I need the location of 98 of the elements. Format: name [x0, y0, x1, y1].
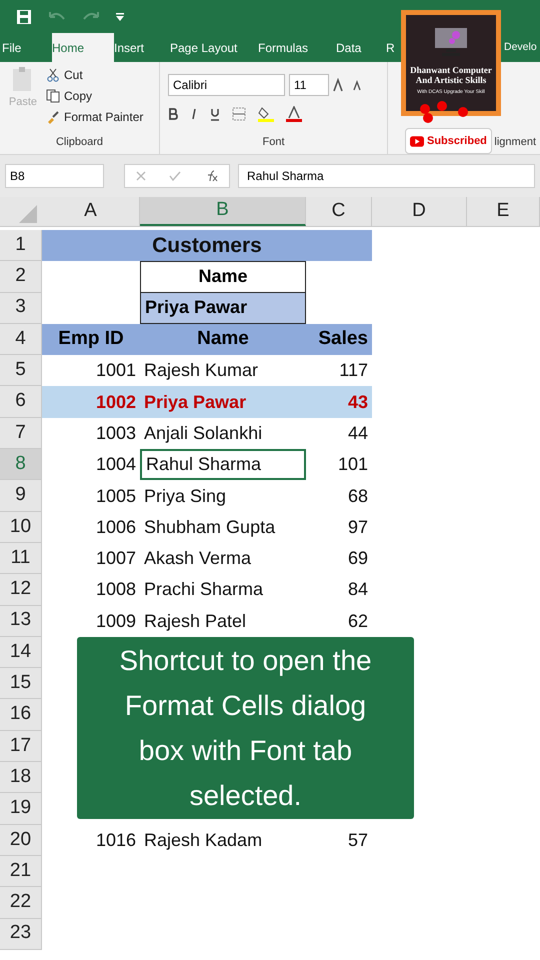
lookup-label-cell: Name — [140, 261, 306, 293]
caption-banner: Shortcut to open the Format Cells dialog box with Font tab selected. — [77, 637, 414, 819]
column-header[interactable]: B — [140, 197, 306, 226]
bold-icon[interactable] — [168, 108, 178, 120]
row-header[interactable]: 6 — [0, 386, 42, 418]
row-header[interactable]: 4 — [0, 324, 42, 356]
table-cell-text: Rajesh Kumar — [143, 359, 260, 382]
row-header[interactable]: 23 — [0, 918, 42, 950]
table-cell-text: Shubham Gupta — [143, 516, 276, 539]
monitor-icon — [434, 27, 468, 57]
row-header[interactable]: 18 — [0, 762, 42, 794]
table-cell-text: Akash Verma — [143, 547, 252, 570]
scissors-icon — [46, 68, 60, 82]
table-cell-text: 84 — [346, 578, 369, 602]
row-header[interactable]: 22 — [0, 887, 42, 919]
table-cell-text: 57 — [346, 828, 369, 852]
table-cell-text: 69 — [346, 547, 369, 570]
lookup-value-cell: Priya Pawar — [140, 292, 306, 324]
channel-name: Dhanwant Computer And Artistic Skills — [409, 65, 493, 85]
ribbon-tab[interactable]: Insert — [114, 33, 170, 62]
ribbon-tab[interactable]: File — [2, 33, 52, 62]
table-cell-text: Prachi Sharma — [143, 578, 264, 602]
row-header[interactable]: 13 — [0, 606, 42, 637]
ribbon-tab[interactable]: R — [386, 33, 398, 62]
row-header[interactable]: 9 — [0, 480, 42, 512]
row-header[interactable]: 15 — [0, 668, 42, 700]
font-name-field[interactable]: Calibri — [168, 74, 285, 96]
group-label: Font — [261, 134, 286, 150]
ribbon-tab[interactable]: Develo — [504, 33, 540, 62]
title-cell: Customers — [42, 230, 372, 262]
italic-icon[interactable] — [190, 108, 198, 120]
row-header[interactable]: 8 — [0, 449, 42, 480]
table-cell-text: 1001 — [94, 359, 137, 382]
subscribed-button[interactable]: Subscribed — [405, 128, 492, 154]
customize-icon[interactable] — [116, 12, 124, 20]
play-icon — [410, 136, 424, 146]
table-cell-text: 97 — [346, 516, 369, 539]
table-cell-text: 1004 — [94, 453, 137, 476]
table-cell-text: Priya Pawar — [143, 390, 248, 414]
copy-icon — [46, 89, 60, 103]
column-heading: Sales — [317, 327, 369, 352]
table-cell-text: 1016 — [94, 828, 137, 852]
table-cell: Rahul Sharma — [140, 449, 306, 480]
row-header[interactable]: 1 — [0, 230, 42, 262]
hearts-icon — [420, 100, 470, 126]
column-header[interactable]: C — [306, 197, 372, 226]
table-cell-text: 1002 — [94, 390, 137, 414]
row-header[interactable]: 11 — [0, 542, 42, 574]
row-header[interactable]: 3 — [0, 292, 42, 324]
table-cell-text: 1005 — [94, 484, 137, 508]
cut-button[interactable]: Cut — [46, 66, 144, 84]
table-cell-text: Rajesh Patel — [143, 610, 248, 633]
row-header[interactable]: 2 — [0, 261, 42, 293]
table-cell-text: 62 — [346, 610, 369, 633]
row-header[interactable]: 5 — [0, 355, 42, 386]
column-heading: Emp ID — [57, 327, 125, 352]
format-painter-button[interactable]: Format Painter — [46, 108, 144, 126]
copy-button[interactable]: Copy — [46, 87, 144, 105]
row-header[interactable]: 12 — [0, 574, 42, 606]
column-heading: Name — [196, 327, 250, 352]
row-header[interactable]: 16 — [0, 699, 42, 731]
table-cell-text: 1008 — [94, 578, 137, 602]
table-cell-text: 1006 — [94, 516, 137, 539]
table-cell-text: 1007 — [94, 547, 137, 570]
row-header[interactable]: 7 — [0, 418, 42, 450]
table-cell-text: 1009 — [94, 610, 137, 633]
ribbon-tab[interactable]: Home — [52, 33, 114, 62]
name-box[interactable]: B8 — [5, 164, 104, 188]
row-header[interactable]: 21 — [0, 856, 42, 888]
ribbon-tab[interactable]: Data — [336, 33, 386, 62]
row-header[interactable]: 10 — [0, 512, 42, 543]
table-cell-text: 44 — [346, 422, 369, 445]
group-label: Clipboard — [54, 134, 104, 150]
table-cell-text: 1003 — [94, 422, 137, 445]
underline-icon[interactable] — [210, 108, 220, 120]
font-size-field[interactable]: 11 — [289, 74, 329, 96]
column-header[interactable]: E — [467, 197, 540, 226]
fill-color-icon[interactable] — [258, 106, 274, 122]
row-header[interactable]: 19 — [0, 793, 42, 825]
save-icon[interactable] — [16, 8, 32, 24]
table-cell-text: 43 — [346, 390, 369, 414]
table-cell-text: Priya Sing — [143, 484, 228, 508]
group-label: lignment — [494, 134, 536, 150]
font-color-icon[interactable] — [286, 106, 302, 122]
column-header[interactable]: D — [372, 197, 467, 226]
ribbon-tab[interactable]: Page Layout — [170, 33, 258, 62]
row-header[interactable]: 17 — [0, 730, 42, 762]
ribbon-tab[interactable]: Formulas — [258, 33, 336, 62]
table-cell-text: 117 — [338, 359, 369, 382]
formula-field[interactable]: Rahul Sharma — [238, 164, 535, 188]
table-cell-text: 68 — [346, 484, 369, 508]
row-header[interactable]: 14 — [0, 636, 42, 668]
table-cell-text: Rajesh Kadam — [143, 828, 264, 852]
table-cell-text: 101 — [336, 453, 369, 476]
table-cell-text: Anjali Solankhi — [143, 422, 264, 445]
brush-icon — [46, 110, 60, 124]
borders-icon[interactable] — [232, 107, 246, 121]
row-header[interactable]: 20 — [0, 824, 42, 856]
